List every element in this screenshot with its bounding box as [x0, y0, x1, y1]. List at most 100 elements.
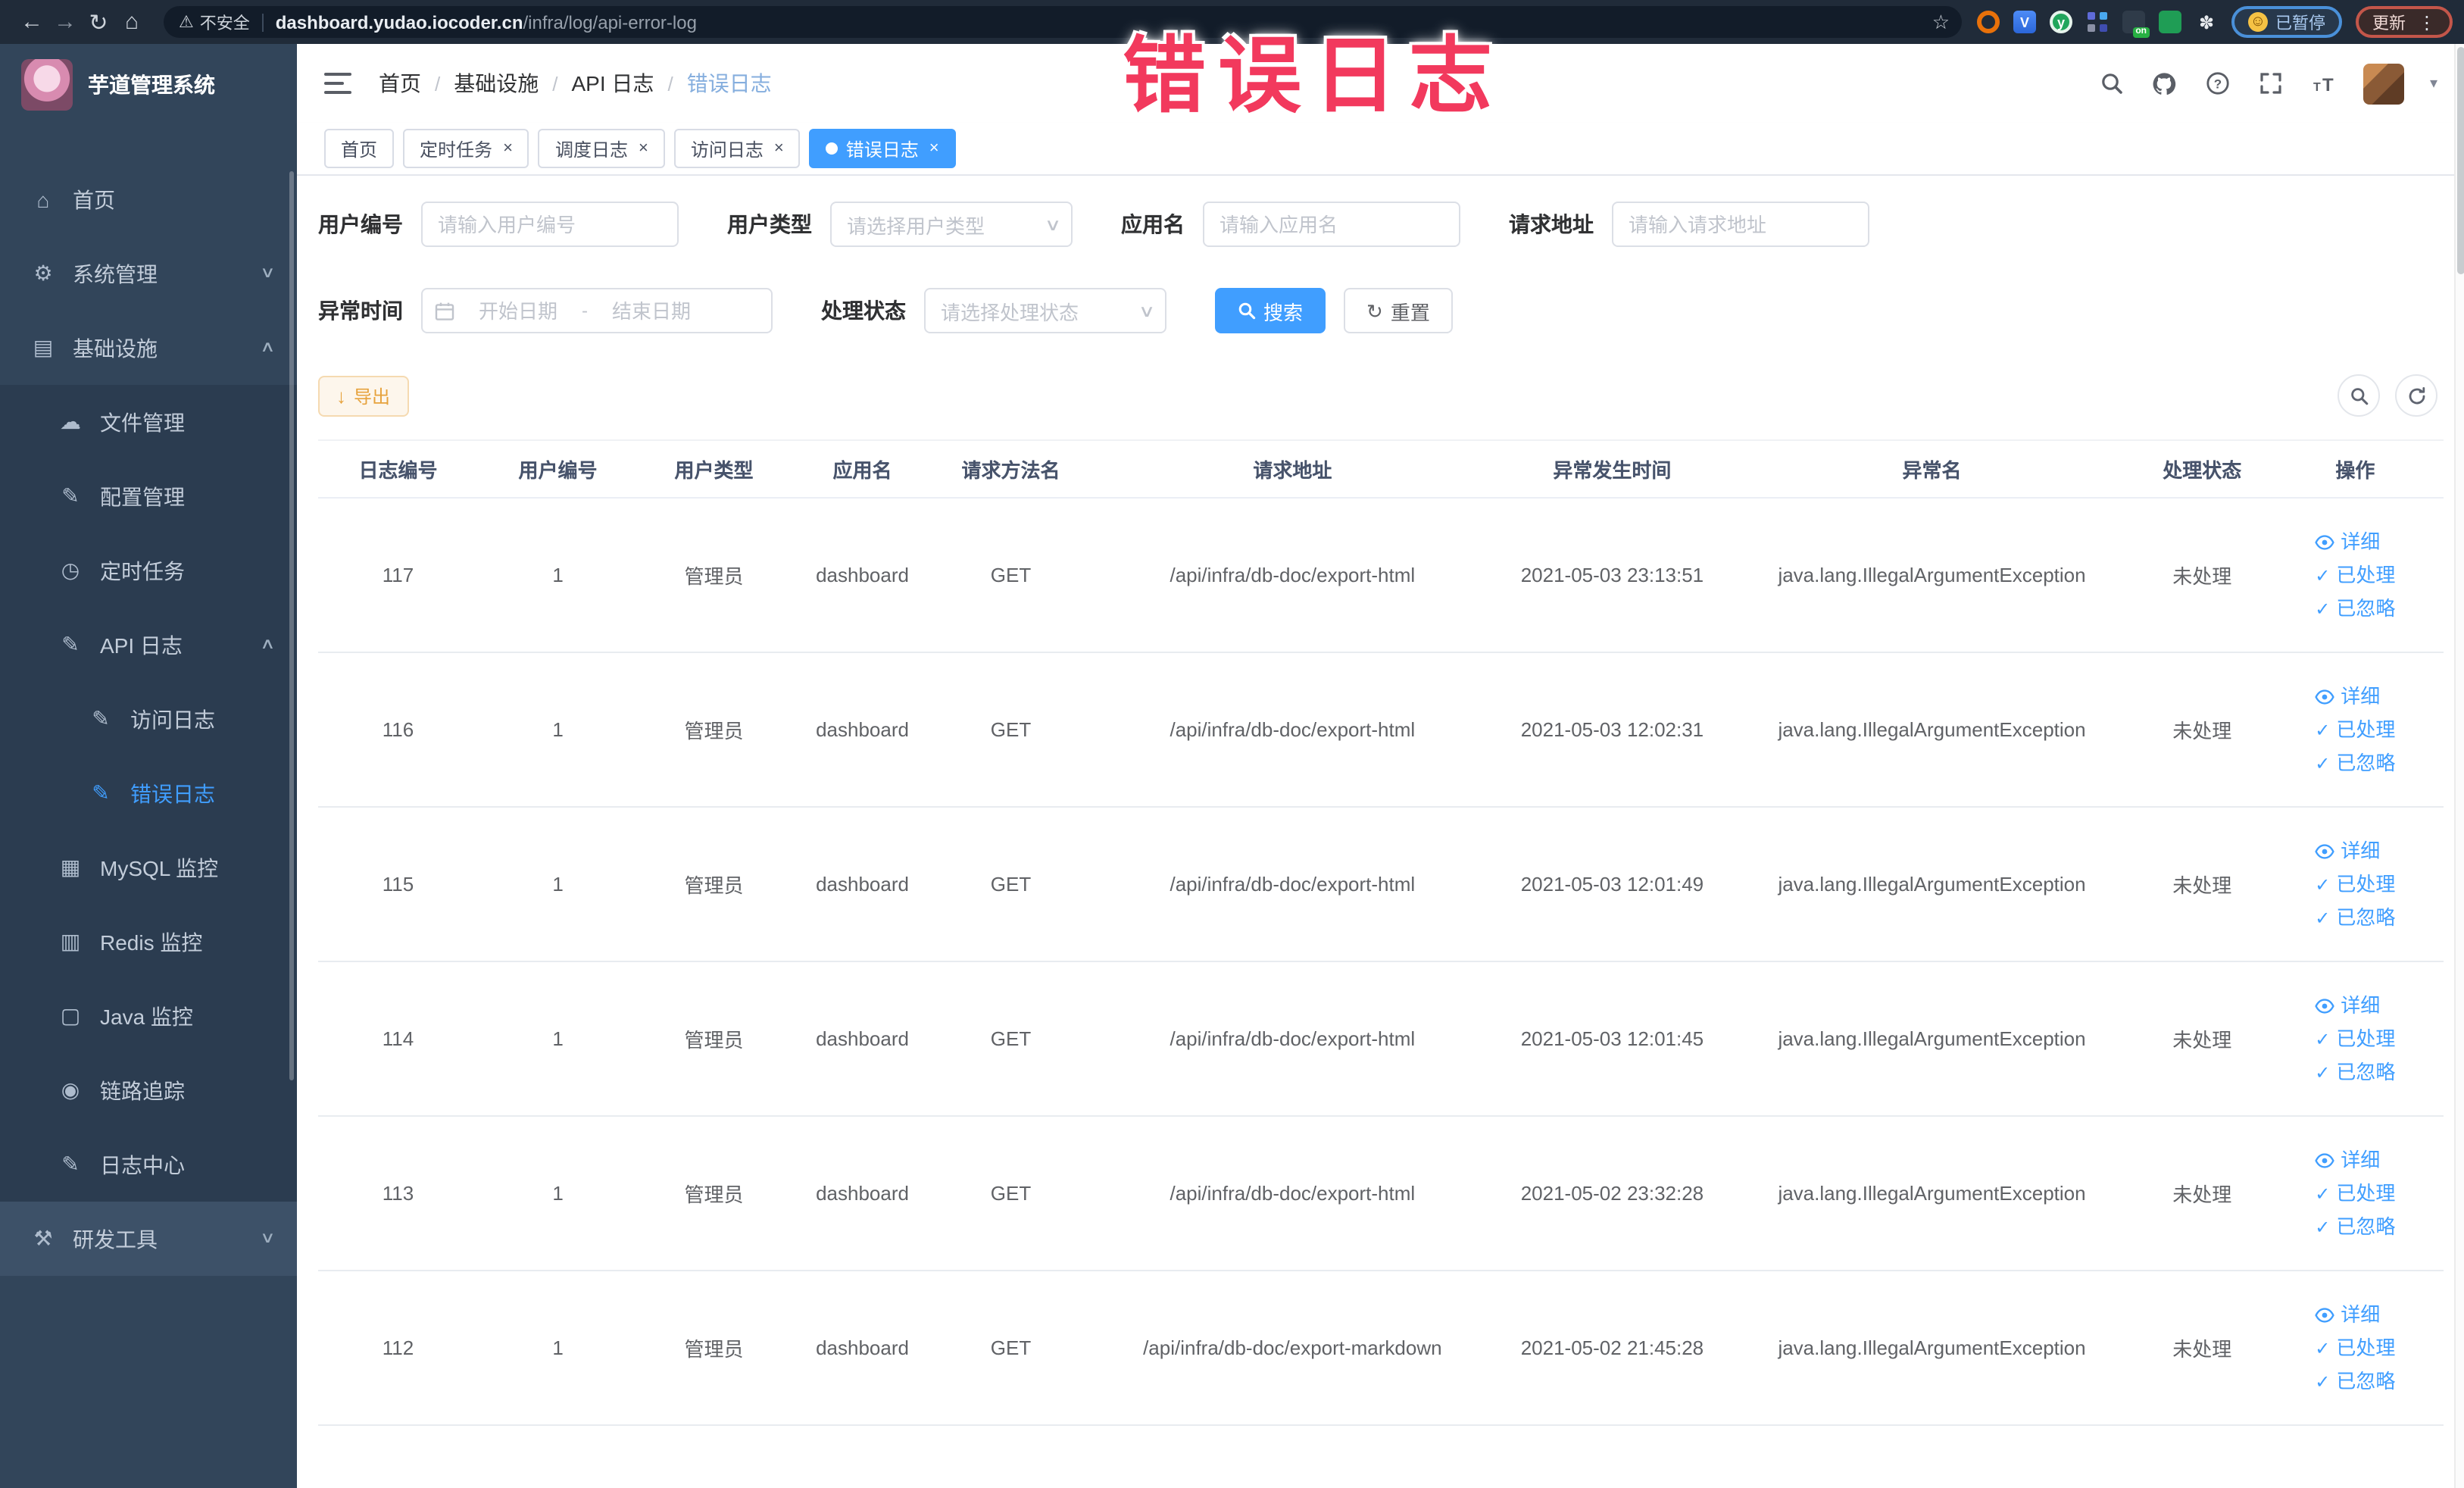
extension-on-toggle-icon[interactable]: on — [2122, 11, 2150, 38]
tab-首页[interactable]: 首页 — [324, 129, 395, 168]
sidebar-item-mysql-monitor[interactable]: ▦ MySQL 监控 — [0, 830, 297, 905]
user-menu-caret-icon[interactable]: ▾ — [2430, 75, 2437, 92]
extensions-pin-icon[interactable]: ✽ — [2195, 11, 2218, 33]
sidebar-item-dev-tools[interactable]: ⚒ 研发工具 ∨ — [0, 1202, 297, 1276]
action-已处理[interactable]: ✓ 已处理 — [2315, 721, 2395, 740]
sidebar-item-infrastructure[interactable]: ▤ 基础设施 ∧ — [0, 311, 297, 385]
font-size-icon[interactable]: TT — [2310, 70, 2338, 97]
sidebar-item-scheduled-task[interactable]: ◷ 定时任务 — [0, 533, 297, 608]
request-url-input[interactable] — [1612, 202, 1869, 247]
column-header-url: 请求地址 — [1087, 440, 1498, 499]
action-已忽略[interactable]: ✓ 已忽略 — [2315, 1063, 2395, 1083]
home-icon[interactable]: ⌂ — [115, 9, 148, 35]
breadcrumb-item[interactable]: 基础设施 — [454, 68, 539, 98]
bookmark-star-icon[interactable]: ☆ — [1932, 10, 1950, 34]
fullscreen-icon[interactable] — [2257, 70, 2284, 97]
extension-grid-icon[interactable] — [2086, 11, 2109, 33]
search-button[interactable]: 搜索 — [1215, 288, 1326, 333]
back-icon[interactable]: ← — [15, 9, 48, 35]
extension-green-icon[interactable]: y — [2050, 11, 2072, 33]
close-icon[interactable]: × — [639, 139, 648, 158]
user-id-input[interactable] — [421, 202, 679, 247]
action-已忽略[interactable]: ✓ 已忽略 — [2315, 599, 2395, 619]
sidebar-item-access-log[interactable]: ✎ 访问日志 — [0, 682, 297, 756]
action-label: 已处理 — [2336, 1336, 2396, 1360]
user-type-select[interactable]: 请选择用户类型 ∨ — [830, 202, 1073, 247]
sidebar-scrollbar[interactable] — [289, 171, 294, 1080]
cell-url: /api/infra/db-doc/export-html — [1087, 961, 1498, 1117]
url-bar[interactable]: ⚠ 不安全 dashboard.yudao.iocoder.cn /infra/… — [164, 6, 1962, 38]
action-已忽略[interactable]: ✓ 已忽略 — [2315, 754, 2395, 774]
tab-调度日志[interactable]: 调度日志 × — [538, 129, 665, 168]
end-date-input[interactable] — [597, 299, 706, 322]
close-icon[interactable]: × — [929, 139, 939, 158]
export-button[interactable]: ↓ 导出 — [318, 375, 409, 416]
user-id-label: 用户编号 — [318, 212, 403, 236]
action-详细[interactable]: 详细 — [2315, 533, 2380, 552]
check-icon: ✓ — [2315, 874, 2331, 896]
request-url-label: 请求地址 — [1509, 212, 1594, 236]
cell-user_id: 1 — [478, 961, 639, 1117]
action-详细[interactable]: 详细 — [2315, 996, 2380, 1016]
tab-定时任务[interactable]: 定时任务 × — [403, 129, 529, 168]
sidebar-item-file-mgmt[interactable]: ☁ 文件管理 — [0, 385, 297, 459]
action-已忽略[interactable]: ✓ 已忽略 — [2315, 1218, 2395, 1237]
sidebar-item-api-log[interactable]: ✎ API 日志 ∧ — [0, 608, 297, 682]
browser-menu-icon[interactable]: ⋮ — [2418, 11, 2436, 33]
start-date-input[interactable] — [464, 299, 573, 322]
sidebar-item-java-monitor[interactable]: ▢ Java 监控 — [0, 979, 297, 1053]
action-已忽略[interactable]: ✓ 已忽略 — [2315, 1372, 2395, 1392]
sidebar-item-trace[interactable]: ◉ 链路追踪 — [0, 1053, 297, 1127]
action-详细[interactable]: 详细 — [2315, 1305, 2380, 1325]
tab-错误日志[interactable]: 错误日志 × — [809, 129, 956, 168]
action-已处理[interactable]: ✓ 已处理 — [2315, 566, 2395, 586]
tab-访问日志[interactable]: 访问日志 × — [673, 129, 801, 168]
sidebar-item-error-log[interactable]: ✎ 错误日志 — [0, 756, 297, 830]
sidebar-item-home[interactable]: ⌂ 首页 — [0, 162, 297, 236]
cell-url: /api/infra/db-doc/export-markdown — [1087, 1271, 1498, 1426]
toggle-search-button[interactable] — [2338, 374, 2380, 417]
reload-icon[interactable]: ↻ — [82, 8, 115, 36]
action-已忽略[interactable]: ✓ 已忽略 — [2315, 908, 2395, 928]
collapse-sidebar-icon[interactable] — [324, 73, 351, 94]
close-icon[interactable]: × — [503, 139, 513, 158]
forward-icon[interactable]: → — [48, 9, 82, 35]
search-icon[interactable] — [2098, 70, 2125, 97]
browser-update-chip[interactable]: 更新 ⋮ — [2356, 6, 2453, 38]
page-scrollbar[interactable] — [2454, 44, 2464, 1488]
check-icon: ✓ — [2315, 752, 2331, 774]
app-name-input[interactable] — [1203, 202, 1460, 247]
extension-leaf-icon[interactable] — [2159, 11, 2181, 33]
check-icon: ✓ — [2315, 598, 2331, 620]
cell-actions: 详细 ✓ 已处理 ✓ 已忽略 — [2266, 498, 2444, 653]
action-详细[interactable]: 详细 — [2315, 1151, 2380, 1171]
action-已处理[interactable]: ✓ 已处理 — [2315, 1184, 2395, 1204]
action-详细[interactable]: 详细 — [2315, 842, 2380, 861]
reset-button[interactable]: ↻ 重置 — [1344, 288, 1453, 333]
sidebar-item-label: 日志中心 — [100, 1152, 185, 1177]
sidebar-item-config-mgmt[interactable]: ✎ 配置管理 — [0, 459, 297, 533]
sidebar-item-redis-monitor[interactable]: ▥ Redis 监控 — [0, 905, 297, 979]
action-已处理[interactable]: ✓ 已处理 — [2315, 1030, 2395, 1049]
breadcrumb-item[interactable]: API 日志 — [572, 68, 654, 98]
sidebar-item-system-mgmt[interactable]: ⚙ 系统管理 ∨ — [0, 236, 297, 311]
close-icon[interactable]: × — [774, 139, 784, 158]
sidebar-item-log-center[interactable]: ✎ 日志中心 — [0, 1127, 297, 1202]
app-name-label: 应用名 — [1121, 212, 1185, 236]
process-status-select[interactable]: 请选择处理状态 ∨ — [924, 288, 1166, 333]
cell-id: 114 — [318, 961, 479, 1117]
exception-time-range-picker[interactable]: - — [421, 288, 773, 333]
action-已处理[interactable]: ✓ 已处理 — [2315, 1339, 2395, 1358]
help-icon[interactable]: ? — [2204, 70, 2231, 97]
github-icon[interactable] — [2151, 70, 2178, 97]
avatar[interactable] — [2363, 63, 2404, 104]
app-logo-row[interactable]: 芋道管理系统 — [0, 44, 297, 126]
action-label: 详细 — [2341, 685, 2381, 708]
extension-shield-icon[interactable]: V — [2013, 11, 2036, 33]
action-详细[interactable]: 详细 — [2315, 687, 2380, 707]
action-已处理[interactable]: ✓ 已处理 — [2315, 875, 2395, 895]
breadcrumb-item[interactable]: 首页 — [379, 68, 421, 98]
profile-paused-chip[interactable]: ☺ 已暂停 — [2231, 6, 2342, 38]
refresh-table-button[interactable] — [2395, 374, 2437, 417]
extension-orange-icon[interactable] — [1977, 11, 2000, 33]
